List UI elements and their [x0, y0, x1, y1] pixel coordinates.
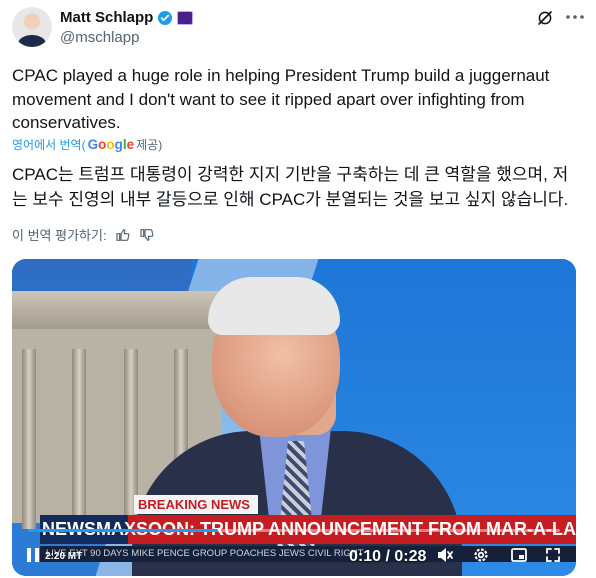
avatar[interactable]	[12, 7, 52, 47]
translated-text: CPAC는 트럼프 대통령이 강력한 지지 기반을 구축하는 데 큰 역할을 했…	[12, 165, 569, 209]
video-progress-bar[interactable]	[28, 529, 560, 532]
video-player[interactable]: BREAKING NEWS NEWSMAX SOON: TRUMP ANNOUN…	[12, 259, 576, 576]
settings-gear-icon[interactable]	[472, 546, 490, 564]
affiliation-badge-icon[interactable]	[177, 10, 194, 25]
rate-translation-label: 이 번역 평가하기:	[12, 228, 107, 243]
more-options-icon[interactable]	[566, 15, 584, 19]
speaker-hair	[208, 277, 340, 335]
thumbs-down-icon[interactable]	[139, 227, 155, 243]
author-display-name[interactable]: Matt Schlapp	[60, 9, 153, 26]
grok-icon[interactable]	[536, 9, 554, 27]
building-column	[72, 349, 86, 529]
building-roof	[12, 291, 222, 329]
translation-attribution[interactable]: 영어에서 번역( Google 제공)	[12, 136, 162, 153]
fullscreen-icon[interactable]	[544, 546, 562, 564]
tweet-header: Matt Schlapp @mschlapp	[12, 7, 584, 49]
video-time-readout: 0:10 / 0:28	[349, 548, 427, 565]
author-name-row: Matt Schlapp	[60, 9, 194, 26]
video-controls: 2:20 MT 0:10 / 0:28	[12, 539, 576, 569]
video-progress-fill	[28, 529, 218, 532]
rate-translation-row: 이 번역 평가하기:	[12, 225, 155, 244]
thumbs-up-icon[interactable]	[115, 227, 131, 243]
author-handle[interactable]: @mschlapp	[60, 29, 139, 46]
translate-label[interactable]: 영어에서 번역(	[12, 136, 86, 153]
google-logo: Google	[87, 137, 135, 152]
mute-icon[interactable]	[436, 546, 454, 564]
breaking-news-label: BREAKING NEWS	[134, 495, 258, 514]
tweet-text: CPAC played a huge role in helping Presi…	[12, 66, 550, 132]
pause-icon[interactable]	[24, 546, 42, 564]
translate-suffix: 제공)	[136, 138, 163, 152]
building-column	[22, 349, 36, 529]
picture-in-picture-icon[interactable]	[510, 546, 528, 564]
live-clock: 2:20 MT	[45, 551, 83, 562]
verified-badge-icon	[158, 10, 173, 25]
